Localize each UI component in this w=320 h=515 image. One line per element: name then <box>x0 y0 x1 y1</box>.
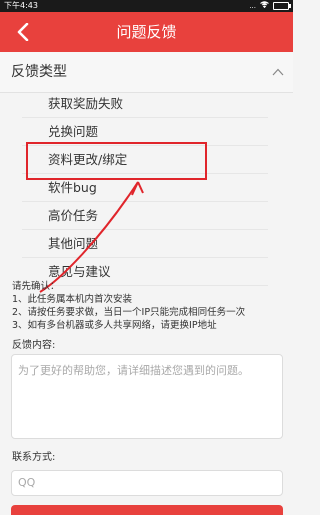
feedback-type-item[interactable]: 获取奖励失败 <box>22 90 268 118</box>
notice-line: 2、请按任务要求做，当日一个IP只能完成相同任务一次 <box>12 307 246 318</box>
status-time: 下午4:43 <box>4 1 38 10</box>
notice-title: 请先确认： <box>12 281 60 292</box>
page-title: 问题反馈 <box>116 23 177 41</box>
app-header: 问题反馈 <box>0 12 293 52</box>
notice-block: 请先确认： 1、此任务属本机内首次安装 2、请按任务要求做，当日一个IP只能完成… <box>12 280 290 332</box>
chevron-up-icon[interactable] <box>271 65 285 79</box>
feedback-type-label: 资料更改/绑定 <box>48 152 128 167</box>
feedback-type-label: 高价任务 <box>48 208 99 223</box>
wifi-icon <box>260 0 269 12</box>
contact-input[interactable]: QQ <box>11 470 283 496</box>
feedback-type-label: 其他问题 <box>48 236 99 251</box>
feedback-type-header[interactable]: 反馈类型 <box>0 52 293 93</box>
feedback-type-item[interactable]: 资料更改/绑定 <box>22 146 268 174</box>
feedback-type-item[interactable]: 其他问题 <box>22 230 268 258</box>
notice-line: 1、此任务属本机内首次安装 <box>12 294 133 305</box>
feedback-type-label: 软件bug <box>48 180 97 195</box>
feedback-content-input[interactable]: 为了更好的帮助您，请详细描述您遇到的问题。 <box>11 354 283 439</box>
status-bar: 下午4:43 ... <box>0 0 293 12</box>
status-icons: ... <box>249 0 291 12</box>
notice-line: 3、如有多台机器或多人共享网络，请更换IP地址 <box>12 320 217 331</box>
feedback-type-list: 获取奖励失败 兑换问题 资料更改/绑定 软件bug 高价任务 其他问题 意见与建议 <box>0 90 293 286</box>
content-label: 反馈内容: <box>12 340 56 351</box>
feedback-type-label: 兑换问题 <box>48 124 99 139</box>
section-title: 反馈类型 <box>11 64 67 80</box>
battery-icon <box>273 2 291 10</box>
feedback-type-item[interactable]: 高价任务 <box>22 202 268 230</box>
feedback-type-label: 获取奖励失败 <box>48 96 124 111</box>
contact-placeholder: QQ <box>18 476 36 489</box>
submit-button[interactable] <box>11 505 283 515</box>
feedback-type-item[interactable]: 兑换问题 <box>22 118 268 146</box>
contact-label: 联系方式: <box>12 452 56 463</box>
content-placeholder: 为了更好的帮助您，请详细描述您遇到的问题。 <box>18 364 249 377</box>
feedback-type-item[interactable]: 软件bug <box>22 174 268 202</box>
signal-icon: ... <box>249 2 256 10</box>
